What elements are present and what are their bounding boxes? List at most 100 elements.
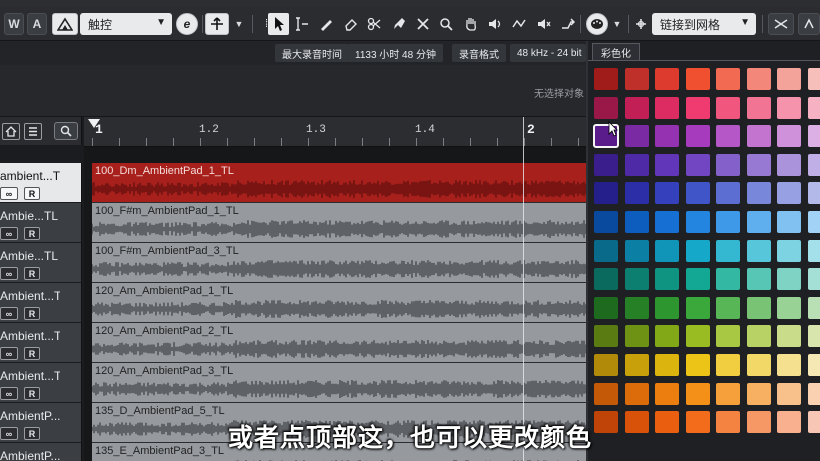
color-swatch[interactable]: [716, 268, 740, 291]
track-header[interactable]: Ambient...TL ∞ R: [0, 323, 82, 363]
color-swatch[interactable]: [624, 153, 649, 176]
color-swatch[interactable]: [777, 382, 801, 405]
color-swatch[interactable]: [685, 354, 710, 376]
color-swatch[interactable]: [594, 354, 618, 376]
audio-event[interactable]: 100_Dm_AmbientPad_1_TL: [92, 163, 586, 203]
color-swatch[interactable]: [655, 125, 679, 148]
mute-speaker-icon[interactable]: [533, 13, 554, 35]
color-swatch[interactable]: [716, 96, 740, 119]
read-button[interactable]: R: [24, 347, 40, 360]
range-tool-icon[interactable]: [291, 13, 312, 35]
color-swatch[interactable]: [685, 268, 710, 291]
color-swatch[interactable]: [624, 211, 649, 233]
color-swatch[interactable]: [716, 125, 740, 148]
color-swatch[interactable]: [807, 296, 820, 319]
draw-tool-icon[interactable]: [315, 13, 336, 35]
color-swatch[interactable]: [594, 325, 618, 348]
color-swatch[interactable]: [746, 239, 771, 262]
color-swatch[interactable]: [624, 125, 649, 148]
color-swatch[interactable]: [685, 296, 710, 319]
color-swatch[interactable]: [594, 239, 618, 262]
color-swatch[interactable]: [685, 325, 710, 348]
color-swatch[interactable]: [594, 211, 618, 233]
color-swatch[interactable]: [685, 182, 710, 205]
color-swatch[interactable]: [685, 211, 710, 233]
color-swatch[interactable]: [655, 211, 679, 233]
snap-grid-icon[interactable]: [630, 13, 651, 35]
color-swatch[interactable]: [624, 182, 649, 205]
color-swatch[interactable]: [655, 96, 679, 119]
color-swatch[interactable]: [807, 68, 820, 90]
eraser-tool-icon[interactable]: [340, 13, 361, 35]
list-icon[interactable]: [24, 123, 42, 140]
track-header[interactable]: Ambient...TL ∞ R: [0, 363, 82, 403]
color-swatch[interactable]: [624, 239, 649, 262]
color-swatch[interactable]: [594, 96, 618, 119]
color-swatch[interactable]: [685, 68, 710, 90]
color-swatch[interactable]: [746, 211, 771, 233]
read-button[interactable]: R: [24, 227, 40, 240]
color-swatch[interactable]: [685, 239, 710, 262]
audio-event[interactable]: 100_F#m_AmbientPad_3_TL: [92, 243, 586, 283]
read-button[interactable]: R: [24, 187, 40, 200]
colorize-tab[interactable]: 彩色化: [592, 43, 640, 60]
color-swatch[interactable]: [746, 325, 771, 348]
color-swatch[interactable]: [716, 153, 740, 176]
audio-event[interactable]: 120_Am_AmbientPad_2_TL: [92, 323, 586, 363]
color-swatch[interactable]: [655, 68, 679, 90]
track-header[interactable]: Ambie...TL ∞ R: [0, 203, 82, 243]
split-tool-icon[interactable]: [363, 13, 384, 35]
chevron-down-icon[interactable]: ▼: [610, 13, 624, 35]
color-swatch[interactable]: [655, 153, 679, 176]
color-swatch[interactable]: [807, 382, 820, 405]
zoom-tool-icon[interactable]: [435, 13, 456, 35]
color-swatch[interactable]: [655, 239, 679, 262]
speaker-tool-icon[interactable]: [484, 13, 505, 35]
color-swatch[interactable]: [716, 382, 740, 405]
search-icon[interactable]: [54, 122, 78, 140]
line-tool-icon[interactable]: [508, 13, 529, 35]
track-header[interactable]: ambient...TL ∞ R: [0, 163, 82, 203]
color-swatch[interactable]: [746, 296, 771, 319]
color-swatch[interactable]: [594, 153, 618, 176]
color-palette-icon[interactable]: [586, 13, 608, 35]
color-swatch[interactable]: [777, 182, 801, 205]
color-swatch[interactable]: [777, 153, 801, 176]
color-swatch[interactable]: [594, 182, 618, 205]
link-button[interactable]: ∞: [0, 387, 18, 400]
color-swatch[interactable]: [807, 239, 820, 262]
project-cursor-marker[interactable]: [88, 119, 100, 128]
color-swatch[interactable]: [685, 382, 710, 405]
automation-mode-dropdown[interactable]: 触控 ▼: [80, 13, 172, 35]
color-swatch[interactable]: [655, 354, 679, 376]
color-swatch[interactable]: [746, 354, 771, 376]
comping-tool-icon[interactable]: [557, 13, 578, 35]
color-swatch[interactable]: [716, 354, 740, 376]
color-swatch[interactable]: [807, 125, 820, 148]
read-button[interactable]: R: [24, 387, 40, 400]
write-automation-button[interactable]: W: [4, 13, 24, 35]
snap-type-dropdown[interactable]: 链接到网格 ▼: [652, 13, 756, 35]
link-button[interactable]: ∞: [0, 347, 18, 360]
link-button[interactable]: ∞: [0, 227, 18, 240]
edit-instrument-button[interactable]: e: [176, 13, 198, 35]
color-swatch[interactable]: [807, 96, 820, 119]
color-swatch[interactable]: [655, 325, 679, 348]
color-swatch[interactable]: [807, 182, 820, 205]
color-swatch[interactable]: [716, 239, 740, 262]
color-swatch[interactable]: [777, 354, 801, 376]
color-swatch[interactable]: [716, 68, 740, 90]
color-swatch[interactable]: [594, 382, 618, 405]
color-swatch[interactable]: [746, 268, 771, 291]
color-swatch[interactable]: [624, 382, 649, 405]
link-button[interactable]: ∞: [0, 267, 18, 280]
color-swatch[interactable]: [685, 153, 710, 176]
color-swatch[interactable]: [777, 239, 801, 262]
hand-tool-icon[interactable]: [460, 13, 481, 35]
color-swatch[interactable]: [716, 296, 740, 319]
color-swatch[interactable]: [716, 325, 740, 348]
color-swatch[interactable]: [746, 96, 771, 119]
color-swatch[interactable]: [685, 125, 710, 148]
color-swatch[interactable]: [777, 211, 801, 233]
timeline-ruler[interactable]: 1 1.2 1.3 1.4 2: [84, 117, 606, 147]
